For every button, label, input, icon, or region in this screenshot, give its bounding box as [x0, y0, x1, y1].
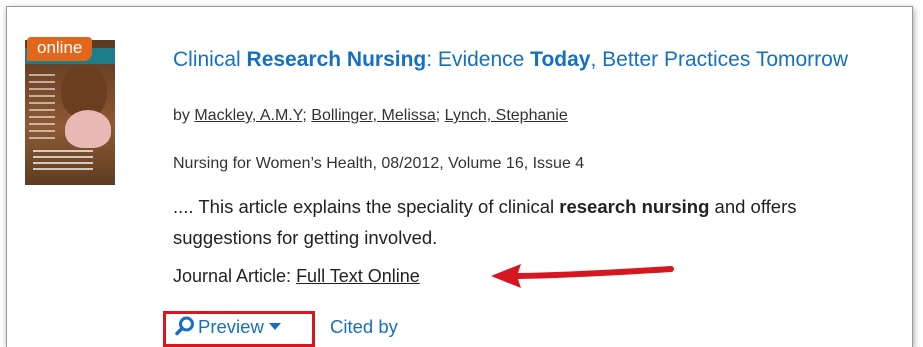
preview-label: Preview [198, 316, 264, 337]
result-title-link[interactable]: Clinical Research Nursing: Evidence Toda… [173, 48, 893, 72]
content-type-label: Journal Article: [173, 266, 297, 286]
snippet-text: .... This article explains the specialit… [173, 196, 560, 217]
title-text: , Better Practices Tomorrow [590, 48, 848, 71]
cover-photo-baby [65, 110, 111, 148]
snippet-highlight: research nursing [559, 196, 710, 217]
search-result-card: online Clinical Research Nursing: Eviden… [6, 6, 913, 347]
author-link[interactable]: Lynch, Stephanie [445, 107, 568, 124]
cover-trimester-text [33, 150, 93, 170]
cover-text-lines [29, 74, 55, 144]
full-text-online-link[interactable]: Full Text Online [296, 266, 420, 286]
online-badge: online [27, 37, 93, 61]
title-highlight: Today [530, 48, 591, 71]
preview-button[interactable]: Preview [175, 316, 281, 338]
publication-source: Nursing for Women’s Health, 08/2012, Vol… [173, 155, 585, 172]
title-text: Clinical [173, 48, 247, 71]
result-snippet: .... This article explains the specialit… [173, 191, 873, 253]
journal-cover-thumbnail[interactable] [25, 40, 115, 185]
magnifier-icon [175, 316, 194, 336]
author-link[interactable]: Mackley, A.M.Y [194, 107, 302, 124]
title-text: : Evidence [426, 48, 531, 71]
author-link[interactable]: Bollinger, Melissa [311, 107, 436, 124]
availability-line: Journal Article: Full Text Online [173, 266, 420, 287]
caret-down-icon [268, 323, 281, 330]
authors-line: by Mackley, A.M.Y; Bollinger, Melissa; L… [173, 107, 568, 124]
red-arrow-icon [491, 264, 674, 288]
title-highlight: Research Nursing [246, 48, 427, 71]
cited-by-link[interactable]: Cited by [330, 316, 398, 338]
by-label: by [173, 107, 195, 124]
